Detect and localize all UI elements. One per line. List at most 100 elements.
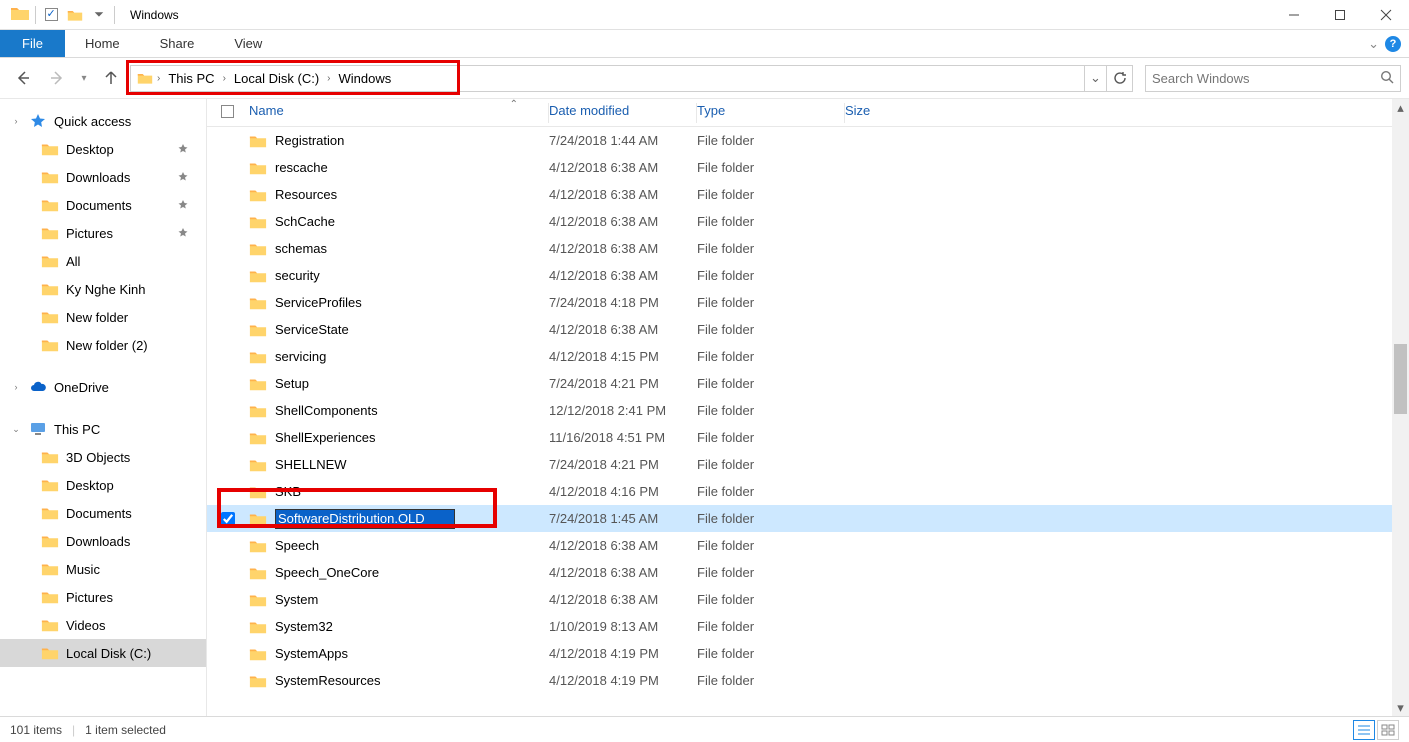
search-icon[interactable] bbox=[1380, 70, 1394, 87]
table-row[interactable]: SoftwareDistribution.OLD7/24/2018 1:45 A… bbox=[207, 505, 1409, 532]
sidebar-item[interactable]: Local Disk (C:) bbox=[0, 639, 206, 667]
sidebar-item[interactable]: New folder bbox=[0, 303, 206, 331]
sidebar-item[interactable]: Downloads bbox=[0, 527, 206, 555]
column-date[interactable]: Date modified bbox=[549, 103, 697, 123]
search-input[interactable] bbox=[1152, 71, 1380, 86]
column-size[interactable]: Size bbox=[845, 103, 1409, 123]
vertical-scrollbar[interactable]: ▴ ▾ bbox=[1392, 99, 1409, 716]
sidebar-item[interactable]: Downloads bbox=[0, 163, 206, 191]
table-row[interactable]: ServiceState4/12/2018 6:38 AMFile folder bbox=[207, 316, 1409, 343]
file-date: 4/12/2018 6:38 AM bbox=[549, 214, 697, 229]
table-row[interactable]: System321/10/2019 8:13 AMFile folder bbox=[207, 613, 1409, 640]
sidebar-item[interactable]: Desktop bbox=[0, 471, 206, 499]
pin-icon bbox=[178, 142, 188, 157]
table-row[interactable]: Speech_OneCore4/12/2018 6:38 AMFile fold… bbox=[207, 559, 1409, 586]
sidebar-item[interactable]: Music bbox=[0, 555, 206, 583]
folder-icon bbox=[42, 197, 58, 213]
sidebar-item[interactable]: All bbox=[0, 247, 206, 275]
sidebar-item[interactable]: Desktop bbox=[0, 135, 206, 163]
select-all-checkbox[interactable] bbox=[221, 105, 234, 118]
ribbon-collapse-icon[interactable]: ⌄ bbox=[1368, 36, 1379, 52]
crumb-this-pc[interactable]: This PC bbox=[164, 71, 218, 86]
table-row[interactable]: SystemResources4/12/2018 4:19 PMFile fol… bbox=[207, 667, 1409, 694]
sidebar-item[interactable]: Ky Nghe Kinh bbox=[0, 275, 206, 303]
back-button[interactable] bbox=[8, 63, 38, 93]
column-name[interactable]: Name⌃ bbox=[249, 103, 549, 123]
qat-properties-icon[interactable]: ✓ bbox=[41, 5, 61, 25]
tab-home[interactable]: Home bbox=[65, 30, 140, 57]
tab-share[interactable]: Share bbox=[140, 30, 215, 57]
sidebar-item-label: All bbox=[66, 254, 80, 269]
close-button[interactable] bbox=[1363, 0, 1409, 30]
sidebar-item[interactable]: 3D Objects bbox=[0, 443, 206, 471]
table-row[interactable]: ServiceProfiles7/24/2018 4:18 PMFile fol… bbox=[207, 289, 1409, 316]
file-type: File folder bbox=[697, 592, 845, 607]
table-row[interactable]: schemas4/12/2018 6:38 AMFile folder bbox=[207, 235, 1409, 262]
sidebar-item-label: Desktop bbox=[66, 478, 114, 493]
qat-folder-icon[interactable] bbox=[65, 5, 85, 25]
table-row[interactable]: System4/12/2018 6:38 AMFile folder bbox=[207, 586, 1409, 613]
table-row[interactable]: Setup7/24/2018 4:21 PMFile folder bbox=[207, 370, 1409, 397]
table-row[interactable]: servicing4/12/2018 4:15 PMFile folder bbox=[207, 343, 1409, 370]
view-large-icons-button[interactable] bbox=[1377, 720, 1399, 740]
table-row[interactable]: SHELLNEW7/24/2018 4:21 PMFile folder bbox=[207, 451, 1409, 478]
row-checkbox[interactable] bbox=[221, 512, 235, 526]
table-row[interactable]: security4/12/2018 6:38 AMFile folder bbox=[207, 262, 1409, 289]
up-button[interactable] bbox=[96, 63, 126, 93]
table-row[interactable]: ShellComponents12/12/2018 2:41 PMFile fo… bbox=[207, 397, 1409, 424]
sidebar-quick-access[interactable]: › Quick access bbox=[0, 107, 206, 135]
sidebar-item[interactable]: Documents bbox=[0, 191, 206, 219]
history-dropdown[interactable]: ▾ bbox=[76, 63, 92, 93]
scroll-down-icon[interactable]: ▾ bbox=[1392, 699, 1409, 716]
address-history-dropdown[interactable]: ⌄ bbox=[1085, 65, 1107, 92]
crumb-windows[interactable]: Windows bbox=[335, 71, 396, 86]
chevron-right-icon[interactable]: › bbox=[155, 73, 162, 84]
crumb-local-disk[interactable]: Local Disk (C:) bbox=[230, 71, 323, 86]
folder-icon bbox=[42, 645, 58, 661]
chevron-right-icon[interactable]: › bbox=[10, 116, 22, 126]
sidebar-item[interactable]: Documents bbox=[0, 499, 206, 527]
address-bar[interactable]: › This PC › Local Disk (C:) › Windows bbox=[130, 65, 1085, 92]
maximize-button[interactable] bbox=[1317, 0, 1363, 30]
tab-view[interactable]: View bbox=[214, 30, 282, 57]
chevron-right-icon[interactable]: › bbox=[325, 73, 332, 84]
sidebar-onedrive[interactable]: › OneDrive bbox=[0, 373, 206, 401]
file-list[interactable]: Registration7/24/2018 1:44 AMFile folder… bbox=[207, 127, 1409, 694]
help-icon[interactable]: ? bbox=[1385, 36, 1401, 52]
table-row[interactable]: SKB4/12/2018 4:16 PMFile folder bbox=[207, 478, 1409, 505]
sidebar-item-label: Pictures bbox=[66, 590, 113, 605]
search-box[interactable] bbox=[1145, 65, 1401, 92]
column-headers[interactable]: Name⌃ Date modified Type Size bbox=[207, 99, 1409, 127]
chevron-right-icon[interactable]: › bbox=[221, 73, 228, 84]
sidebar-item[interactable]: Videos bbox=[0, 611, 206, 639]
view-details-button[interactable] bbox=[1353, 720, 1375, 740]
column-type[interactable]: Type bbox=[697, 103, 845, 123]
qat-dropdown-icon[interactable]: ⏷ bbox=[89, 5, 109, 25]
table-row[interactable]: ShellExperiences11/16/2018 4:51 PMFile f… bbox=[207, 424, 1409, 451]
minimize-button[interactable] bbox=[1271, 0, 1317, 30]
table-row[interactable]: Registration7/24/2018 1:44 AMFile folder bbox=[207, 127, 1409, 154]
chevron-right-icon[interactable]: › bbox=[10, 382, 22, 392]
chevron-down-icon[interactable]: ⌄ bbox=[10, 424, 22, 435]
table-row[interactable]: rescache4/12/2018 6:38 AMFile folder bbox=[207, 154, 1409, 181]
sidebar-item-label: Pictures bbox=[66, 226, 113, 241]
table-row[interactable]: Speech4/12/2018 6:38 AMFile folder bbox=[207, 532, 1409, 559]
scroll-up-icon[interactable]: ▴ bbox=[1392, 99, 1409, 116]
file-tab[interactable]: File bbox=[0, 30, 65, 57]
ribbon: File Home Share View ⌄ ? bbox=[0, 30, 1409, 58]
forward-button[interactable] bbox=[42, 63, 72, 93]
table-row[interactable]: SystemApps4/12/2018 4:19 PMFile folder bbox=[207, 640, 1409, 667]
sidebar-this-pc[interactable]: ⌄ This PC bbox=[0, 415, 206, 443]
table-row[interactable]: SchCache4/12/2018 6:38 AMFile folder bbox=[207, 208, 1409, 235]
rename-input[interactable]: SoftwareDistribution.OLD bbox=[275, 509, 455, 529]
file-name: Speech_OneCore bbox=[275, 565, 379, 580]
sidebar-item[interactable]: New folder (2) bbox=[0, 331, 206, 359]
file-name: rescache bbox=[275, 160, 328, 175]
navigation-pane[interactable]: › Quick access DesktopDownloadsDocuments… bbox=[0, 99, 207, 716]
sidebar-item[interactable]: Pictures bbox=[0, 219, 206, 247]
scroll-thumb[interactable] bbox=[1394, 344, 1407, 414]
refresh-button[interactable] bbox=[1107, 65, 1133, 92]
file-type: File folder bbox=[697, 646, 845, 661]
table-row[interactable]: Resources4/12/2018 6:38 AMFile folder bbox=[207, 181, 1409, 208]
sidebar-item[interactable]: Pictures bbox=[0, 583, 206, 611]
